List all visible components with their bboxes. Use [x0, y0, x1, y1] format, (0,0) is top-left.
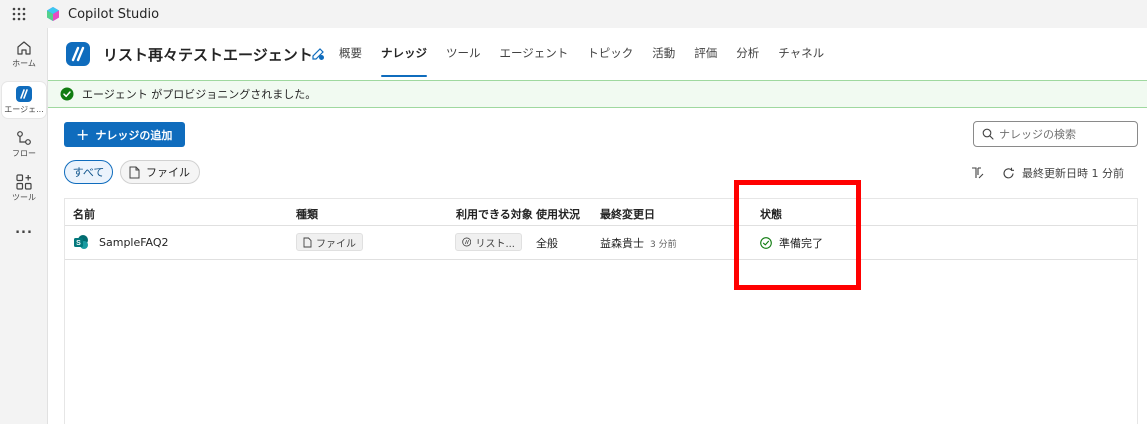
refresh-area: 最終更新日時 1 分前 [970, 163, 1124, 183]
filter-file-label: ファイル [146, 166, 190, 179]
table-row[interactable]: S SampleFAQ2 ファイル リスト... 全般 益森貴士 3 分前 準備… [65, 226, 1137, 260]
row-modified-by: 益森貴士 [600, 237, 644, 250]
left-rail: ホーム エージェ... フロー ツール ... [0, 28, 48, 424]
agent-name: リスト再々テストエージェント [103, 46, 313, 64]
type-tag: ファイル [296, 233, 363, 251]
add-knowledge-label: ナレッジの追加 [95, 128, 173, 142]
search-placeholder: ナレッジの検索 [999, 128, 1076, 141]
column-header-type[interactable]: 種類 [296, 206, 318, 222]
rail-item-agents[interactable]: エージェ... [2, 82, 46, 118]
target-tag: リスト... [455, 233, 522, 251]
row-modified-time: 3 分前 [650, 239, 677, 250]
add-knowledge-button[interactable]: + ナレッジの追加 [64, 122, 185, 147]
top-bar: Copilot Studio [0, 0, 1147, 28]
clear-filter-icon[interactable] [970, 166, 984, 180]
knowledge-search-input[interactable]: ナレッジの検索 [973, 121, 1138, 147]
table-header: 名前 種類 利用できる対象 使用状況 最終変更日 状態 [65, 199, 1137, 226]
rail-label-agents: エージェ... [4, 105, 44, 114]
filter-all-chip[interactable]: すべて [64, 160, 113, 184]
file-icon [129, 166, 140, 178]
rail-item-more[interactable]: ... [0, 222, 48, 237]
column-header-modified[interactable]: 最終変更日 [600, 206, 655, 222]
filter-file-chip[interactable]: ファイル [120, 160, 200, 184]
tab-analytics[interactable]: 分析 [736, 28, 759, 78]
rail-item-flows[interactable]: フロー [0, 130, 48, 159]
row-target: リスト... [475, 238, 515, 250]
agent-logo-icon [66, 42, 90, 66]
row-target-cell: リスト... [455, 233, 522, 251]
home-icon [17, 41, 31, 55]
success-check-icon [60, 87, 74, 101]
row-status: 準備完了 [779, 237, 823, 250]
tools-icon [16, 174, 32, 190]
knowledge-table: 名前 種類 利用できる対象 使用状況 最終変更日 状態 S SampleFAQ2… [64, 198, 1138, 424]
tab-activity[interactable]: 活動 [652, 28, 675, 78]
agent-link-icon [462, 237, 472, 247]
tab-tools[interactable]: ツール [446, 28, 481, 78]
row-status-cell: 準備完了 [760, 235, 823, 251]
rail-label-tools: ツール [12, 193, 36, 202]
row-type-cell: ファイル [296, 233, 363, 251]
last-updated-text: 最終更新日時 1 分前 [1022, 167, 1124, 180]
rail-item-home[interactable]: ホーム [0, 40, 48, 69]
row-usage: 全般 [536, 237, 558, 250]
flow-icon [17, 131, 31, 145]
agent-header: リスト再々テストエージェント 概要 ナレッジ ツール エージェント トピック 活… [48, 28, 1147, 78]
app-title: Copilot Studio [68, 6, 160, 22]
tab-topics[interactable]: トピック [587, 28, 633, 78]
svg-text:S: S [76, 240, 81, 247]
tab-agents[interactable]: エージェント [500, 28, 569, 78]
rail-label-flows: フロー [12, 149, 36, 158]
tab-bar: 概要 ナレッジ ツール エージェント トピック 活動 評価 分析 チャネル [339, 28, 843, 78]
row-name: SampleFAQ2 [99, 235, 169, 249]
ready-check-icon [760, 237, 772, 249]
column-header-name[interactable]: 名前 [73, 206, 95, 222]
column-header-status[interactable]: 状態 [760, 206, 782, 222]
banner-message: エージェント がプロビジョニングされました。 [82, 88, 317, 101]
row-type: ファイル [316, 238, 356, 250]
column-header-usage[interactable]: 使用状況 [536, 206, 580, 222]
row-name-cell[interactable]: S SampleFAQ2 [73, 234, 169, 250]
filter-all-label: すべて [72, 166, 105, 179]
row-modified-cell: 益森貴士 3 分前 [600, 235, 677, 251]
more-icon: ... [15, 222, 33, 237]
tab-knowledge[interactable]: ナレッジ [381, 28, 427, 78]
rail-item-tools[interactable]: ツール [0, 174, 48, 203]
success-banner: エージェント がプロビジョニングされました。 [48, 80, 1147, 108]
tab-overview[interactable]: 概要 [339, 28, 362, 78]
agent-icon [16, 86, 32, 102]
app-launcher-icon[interactable] [0, 0, 38, 28]
search-icon [982, 128, 994, 140]
agent-settings-icon[interactable] [311, 47, 325, 61]
copilot-studio-logo-icon [47, 7, 59, 21]
column-header-target[interactable]: 利用できる対象 [456, 206, 533, 222]
sharepoint-icon: S [74, 235, 88, 249]
refresh-icon[interactable] [1002, 167, 1015, 180]
tab-evaluation[interactable]: 評価 [694, 28, 717, 78]
tab-channels[interactable]: チャネル [778, 28, 824, 78]
file-icon [303, 237, 312, 247]
rail-label-home: ホーム [12, 59, 36, 68]
plus-icon: + [76, 124, 90, 144]
